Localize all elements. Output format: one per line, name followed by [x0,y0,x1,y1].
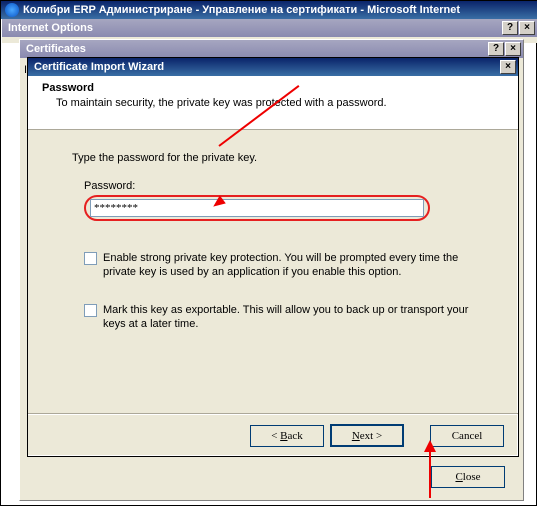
wizard-body: Type the password for the private key. P… [28,130,518,341]
password-label: Password: [84,180,486,192]
close-button[interactable]: × [505,42,521,56]
ie-icon [5,3,19,17]
annotation-arrowhead-icon [424,440,436,452]
exportable-option[interactable]: Mark this key as exportable. This will a… [84,303,486,331]
password-highlight [84,195,430,221]
certificate-import-wizard: Certificate Import Wizard × Password To … [27,57,519,457]
close-button[interactable]: Close [431,466,505,488]
password-prompt: Type the password for the private key. [72,152,486,164]
wizard-title: Certificate Import Wizard [34,61,164,73]
certificates-titlebar: Certificates ? × [20,40,523,58]
back-button[interactable]: < Back [250,425,324,447]
close-button[interactable]: × [519,21,535,35]
password-input[interactable] [90,199,424,217]
cancel-button[interactable]: Cancel [430,425,504,447]
internet-options-title: Internet Options [8,22,93,34]
browser-title: Колибри ERP Администриране - Управление … [23,4,460,16]
internet-options-titlebar: Internet Options ? × [2,19,537,37]
wizard-titlebar: Certificate Import Wizard × [28,58,518,76]
help-button[interactable]: ? [502,21,518,35]
checkbox-icon[interactable] [84,304,97,317]
checkbox-icon[interactable] [84,252,97,265]
close-button[interactable]: × [500,60,516,74]
next-button[interactable]: Next > [330,424,404,447]
help-button[interactable]: ? [488,42,504,56]
certificates-title: Certificates [26,43,86,55]
wizard-header-title: Password [42,82,504,94]
annotation-arrow-to-next [429,448,431,498]
browser-titlebar: Колибри ERP Администриране - Управление … [1,1,537,19]
strong-protection-option[interactable]: Enable strong private key protection. Yo… [84,251,486,279]
wizard-buttons: < Back Next > Cancel [28,414,518,456]
exportable-label: Mark this key as exportable. This will a… [103,303,473,331]
close-label: lose [463,471,481,483]
strong-protection-label: Enable strong private key protection. Yo… [103,251,473,279]
